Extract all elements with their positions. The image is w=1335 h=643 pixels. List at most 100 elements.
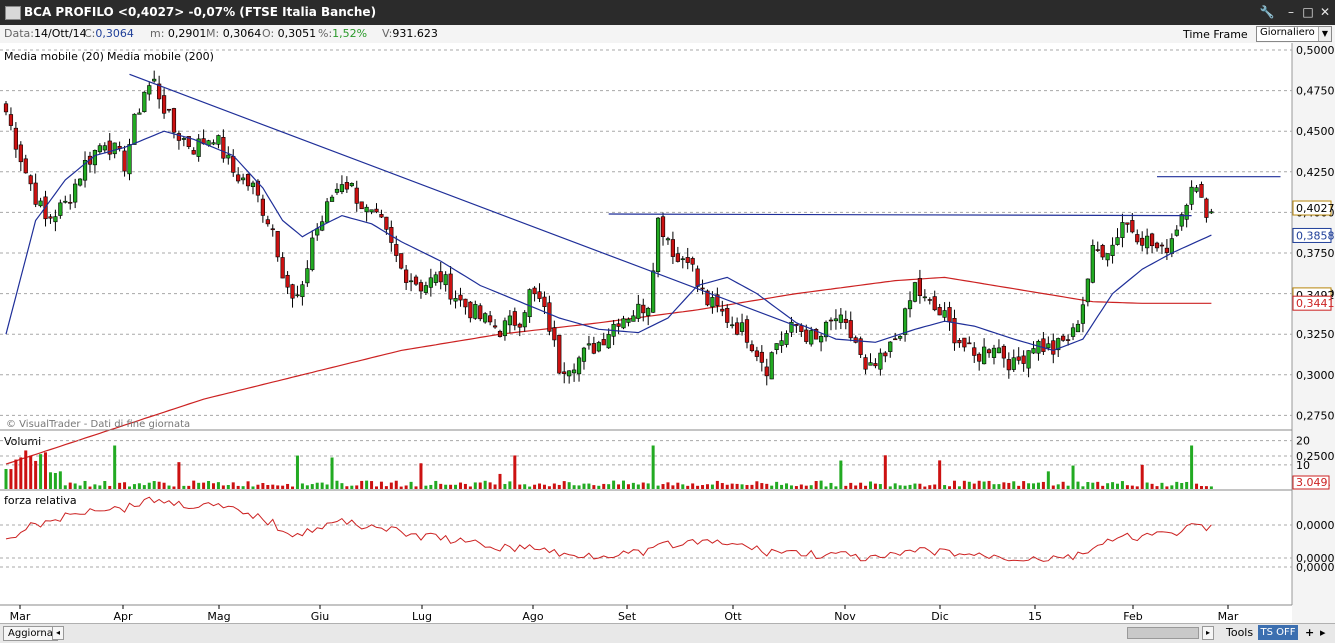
volume-bar: [898, 485, 902, 489]
volume-bar: [824, 486, 828, 489]
scrollbar-thumb[interactable]: [1127, 627, 1199, 639]
volume-bar: [547, 486, 551, 489]
volume-bar: [794, 486, 798, 489]
candle-body: [1016, 356, 1021, 361]
volume-bar: [755, 481, 759, 489]
candle-body: [1204, 198, 1209, 218]
volume-bar: [118, 482, 122, 489]
scroll-left-arrow[interactable]: ◂: [52, 626, 64, 640]
volume-bar: [913, 483, 917, 489]
volume-bar: [977, 480, 981, 489]
candle-body: [468, 301, 473, 319]
volume-bar: [424, 485, 428, 489]
candle-body: [828, 319, 834, 322]
candle-body: [63, 200, 68, 203]
volume-bar: [626, 484, 630, 489]
candle-body: [78, 178, 83, 186]
date-label: Data:14/Ott/14: [4, 27, 87, 40]
candle-body: [1046, 343, 1051, 349]
volume-bar: [957, 486, 961, 489]
candle-body: [413, 276, 419, 285]
x-tick-label: Feb: [1123, 610, 1142, 623]
volume-bar: [715, 480, 719, 489]
volume-bar: [493, 484, 497, 489]
volume-bar: [607, 484, 611, 489]
candle-body: [369, 209, 374, 213]
candle-body: [408, 280, 414, 283]
price-chart[interactable]: 0,50000,47500,45000,42500,40000,37500,35…: [0, 43, 1335, 623]
candle-body: [438, 271, 443, 283]
volume-bar: [409, 481, 413, 489]
volume-bar: [58, 471, 62, 489]
volume-bar: [775, 481, 779, 489]
candle-body: [893, 338, 898, 341]
volume-bar: [68, 482, 72, 489]
play-arrow-icon[interactable]: ▸: [1320, 626, 1326, 639]
candle-body: [1041, 338, 1046, 352]
volume-bar: [725, 484, 729, 489]
volume-bar: [291, 486, 295, 489]
scrollbar-track[interactable]: ◂ ▸: [52, 626, 1252, 640]
volume-bar: [943, 485, 947, 489]
time-frame-select[interactable]: Giornaliero ▼: [1256, 26, 1332, 42]
price-badge-text: 0,4027: [1296, 202, 1335, 215]
candle-body: [231, 156, 236, 173]
volume-bar: [123, 482, 127, 489]
volume-bar: [992, 484, 996, 489]
volume-bar: [1130, 485, 1134, 489]
candle-body: [315, 228, 320, 236]
volume-bar: [533, 484, 537, 489]
volume-bar: [1086, 482, 1090, 489]
candle-body: [1100, 245, 1105, 258]
candle-body: [1120, 222, 1125, 239]
volume-bar: [473, 482, 477, 489]
volume-bar: [1036, 482, 1040, 489]
tools-menu[interactable]: Tools: [1226, 626, 1253, 639]
scroll-right-arrow[interactable]: ▸: [1202, 626, 1214, 640]
candle-body: [310, 237, 315, 271]
volume-bar: [987, 480, 991, 489]
add-button[interactable]: +: [1305, 626, 1314, 639]
ts-off-button[interactable]: TS OFF: [1258, 625, 1298, 640]
volume-bar: [379, 481, 383, 489]
volume-bar: [1180, 482, 1184, 489]
candle-body: [285, 274, 290, 288]
volume-bar: [829, 482, 833, 489]
wrench-icon[interactable]: 🔧: [1257, 4, 1277, 21]
volume-bar: [780, 484, 784, 489]
volume-bar: [671, 485, 675, 489]
volume-bar: [261, 482, 265, 489]
volume-bar: [1185, 481, 1189, 489]
volume-bar: [873, 483, 877, 489]
chevron-down-icon[interactable]: ▼: [1318, 27, 1331, 41]
volume-bar: [735, 483, 739, 489]
volume-bar: [192, 480, 196, 489]
candle-body: [1184, 204, 1189, 220]
volume-bar: [661, 484, 665, 489]
close-button[interactable]: ✕: [1315, 4, 1335, 21]
candle-body: [902, 308, 908, 335]
candle-body: [1115, 237, 1120, 245]
volume-bar: [1056, 484, 1060, 489]
candle-body: [1001, 345, 1006, 359]
volume-bar: [330, 457, 334, 489]
refresh-button[interactable]: Aggiorna: [3, 626, 58, 641]
volume-bar: [162, 482, 166, 489]
candle-body: [636, 303, 641, 319]
volume-bar: [48, 472, 52, 489]
candle-body: [161, 95, 167, 114]
candle-body: [774, 343, 779, 351]
candle-body: [102, 145, 107, 151]
candle-body: [769, 352, 774, 380]
candle-body: [1169, 238, 1174, 254]
candle-body: [226, 154, 231, 159]
volume-bar: [216, 482, 220, 489]
volume-bar: [1175, 481, 1179, 489]
volume-bar: [508, 481, 512, 489]
volume-bar: [488, 482, 492, 489]
volume-bar: [1160, 482, 1164, 489]
volume-bar: [1071, 465, 1075, 489]
volume-bar: [429, 484, 433, 489]
volume-bar: [750, 484, 754, 489]
volume-bar: [938, 460, 942, 489]
